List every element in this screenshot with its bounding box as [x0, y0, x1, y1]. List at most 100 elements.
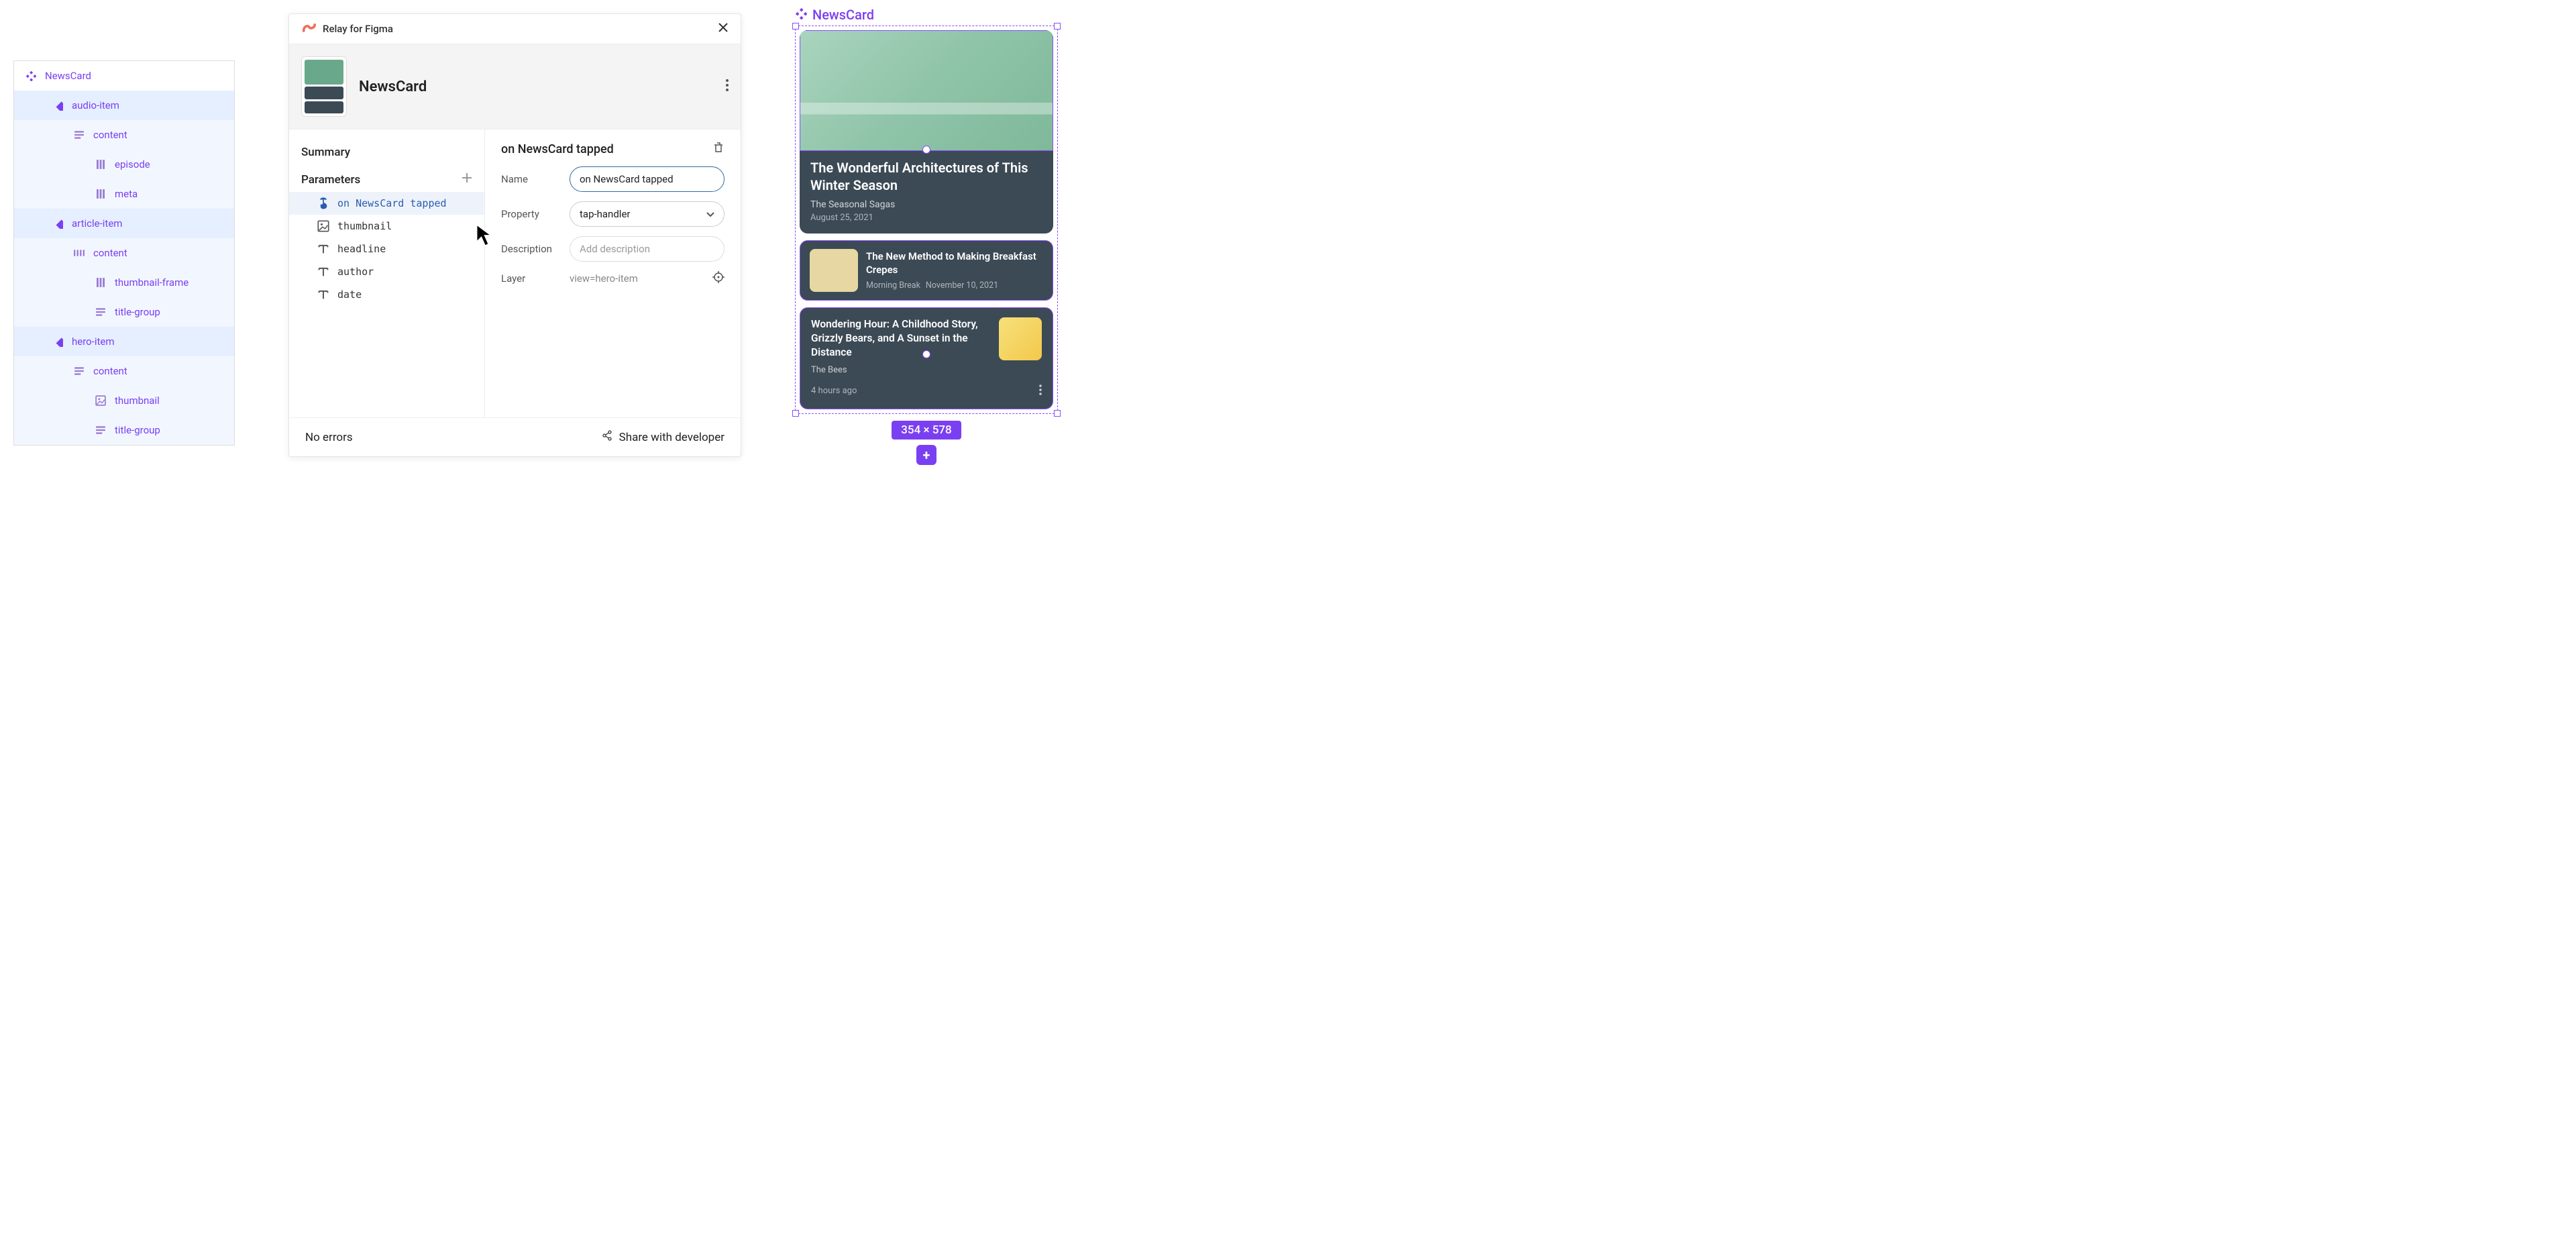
audio-item-card[interactable]: Wondering Hour: A Childhood Story, Grizz…	[800, 307, 1053, 409]
plugin-header: Relay for Figma	[289, 14, 741, 44]
layer-label: audio-item	[72, 99, 119, 111]
article-date: November 10, 2021	[926, 280, 998, 291]
parameters-section-title: Parameters	[301, 173, 360, 187]
layer-row-thumbnail[interactable]: thumbnail	[14, 386, 234, 415]
layer-row-article-item[interactable]: article-item	[14, 209, 234, 238]
newscard-component[interactable]: The Wonderful Architectures of This Wint…	[800, 30, 1053, 409]
component-name: NewsCard	[359, 79, 427, 95]
variant-icon	[52, 99, 64, 111]
detail-title: on NewsCard tapped	[501, 142, 614, 156]
layer-label: meta	[115, 188, 138, 200]
image-icon	[317, 220, 329, 232]
variant-icon	[52, 335, 64, 348]
delete-parameter-button[interactable]	[712, 142, 724, 157]
resize-handle-tr[interactable]	[1054, 23, 1061, 30]
article-headline: The New Method to Making Breakfast Crepe…	[866, 250, 1043, 276]
parameter-row-author[interactable]: author	[289, 260, 484, 283]
layer-row-content[interactable]: content	[14, 238, 234, 268]
property-select[interactable]: tap-handler	[570, 201, 724, 227]
relay-plugin-dialog: Relay for Figma NewsCard Summary Paramet…	[288, 13, 741, 457]
layer-row-hero-item[interactable]: hero-item	[14, 327, 234, 356]
layer-label: hero-item	[72, 335, 115, 348]
layer-row-content[interactable]: content	[14, 356, 234, 386]
hero-item-card[interactable]: The Wonderful Architectures of This Wint…	[800, 30, 1053, 234]
layer-label: title-group	[115, 306, 160, 318]
bars-icon	[95, 276, 107, 289]
status-text: No errors	[305, 431, 353, 444]
parameter-row-thumbnail[interactable]: thumbnail	[289, 215, 484, 238]
add-variant-button[interactable]: +	[916, 445, 936, 465]
name-input[interactable]: on NewsCard tapped	[570, 166, 724, 192]
plugin-title: Relay for Figma	[323, 23, 393, 35]
audio-thumbnail	[999, 317, 1042, 360]
figma-layer-panel: NewsCard audio-item content episode meta arti…	[13, 60, 235, 446]
parameter-row-on-NewsCard-tapped[interactable]: on NewsCard tapped	[289, 192, 484, 215]
text-icon	[317, 266, 329, 278]
component-overflow-menu[interactable]	[726, 79, 729, 94]
hero-date: August 25, 2021	[810, 213, 1042, 223]
variant-icon	[52, 217, 64, 229]
share-icon	[602, 430, 612, 444]
close-button[interactable]	[718, 22, 729, 36]
article-item-card[interactable]: The New Method to Making Breakfast Crepe…	[800, 240, 1053, 301]
layer-label: thumbnail	[115, 395, 160, 407]
component-set-icon	[795, 7, 807, 23]
parameter-row-date[interactable]: date	[289, 283, 484, 306]
parameter-name: thumbnail	[337, 220, 392, 232]
parameter-name: author	[337, 266, 374, 278]
summary-section-title[interactable]: Summary	[289, 142, 484, 168]
layer-row-NewsCard[interactable]: NewsCard	[14, 61, 234, 91]
lines-icon	[95, 306, 107, 318]
article-thumbnail	[810, 249, 858, 292]
tap-icon	[317, 197, 329, 209]
parameter-name: date	[337, 289, 362, 301]
layer-row-audio-item[interactable]: audio-item	[14, 91, 234, 120]
hero-thumbnail[interactable]	[800, 30, 1053, 151]
layer-row-meta[interactable]: meta	[14, 179, 234, 209]
resize-handle-tl[interactable]	[792, 23, 799, 30]
layer-label: content	[93, 365, 127, 377]
parameter-name: headline	[337, 243, 386, 255]
layer-label: content	[93, 129, 127, 141]
chevron-down-icon	[706, 208, 714, 220]
layer-row-content[interactable]: content	[14, 120, 234, 150]
share-with-developer-button[interactable]: Share with developer	[602, 430, 724, 444]
resize-handle-br[interactable]	[1054, 410, 1061, 417]
selection-frame[interactable]: The Wonderful Architectures of This Wint…	[795, 25, 1058, 414]
bars-h-icon	[73, 247, 85, 259]
audio-headline: Wondering Hour: A Childhood Story, Grizz…	[811, 317, 991, 360]
parameter-name: on NewsCard tapped	[337, 197, 447, 209]
component-thumbnail	[301, 56, 347, 117]
audio-time: 4 hours ago	[811, 386, 857, 396]
layer-row-episode[interactable]: episode	[14, 150, 234, 179]
text-icon	[317, 289, 329, 301]
target-layer-button[interactable]	[712, 271, 724, 286]
layer-row-title-group[interactable]: title-group	[14, 297, 234, 327]
lines-icon	[73, 365, 85, 377]
name-label: Name	[501, 173, 559, 185]
hero-author: The Seasonal Sagas	[810, 199, 1042, 210]
layer-label: content	[93, 247, 127, 259]
article-author: Morning Break	[866, 280, 920, 291]
lines-icon	[95, 424, 107, 436]
frame-label[interactable]: NewsCard	[795, 7, 874, 23]
parameters-panel: Summary Parameters on NewsCard tapped thu…	[289, 130, 485, 417]
layer-row-title-group[interactable]: title-group	[14, 415, 234, 445]
audio-author: The Bees	[811, 365, 1042, 375]
layer-label: thumbnail-frame	[115, 276, 189, 289]
bars-icon	[95, 158, 107, 170]
parameter-row-headline[interactable]: headline	[289, 238, 484, 260]
hero-headline: The Wonderful Architectures of This Wint…	[810, 159, 1042, 194]
description-input[interactable]: Add description	[570, 236, 724, 262]
audio-overflow-menu[interactable]	[1039, 384, 1042, 398]
layer-label: episode	[115, 158, 150, 170]
layer-row-thumbnail-frame[interactable]: thumbnail-frame	[14, 268, 234, 297]
add-parameter-button[interactable]	[462, 172, 472, 187]
layer-label: Layer	[501, 272, 559, 285]
component-header-bar: NewsCard	[289, 44, 741, 130]
figma-canvas-preview: NewsCard The Wonderful Architectures of …	[795, 7, 1058, 465]
resize-handle-bl[interactable]	[792, 410, 799, 417]
layer-value: view=hero-item	[570, 272, 638, 285]
text-icon	[317, 243, 329, 255]
bars-icon	[95, 188, 107, 200]
